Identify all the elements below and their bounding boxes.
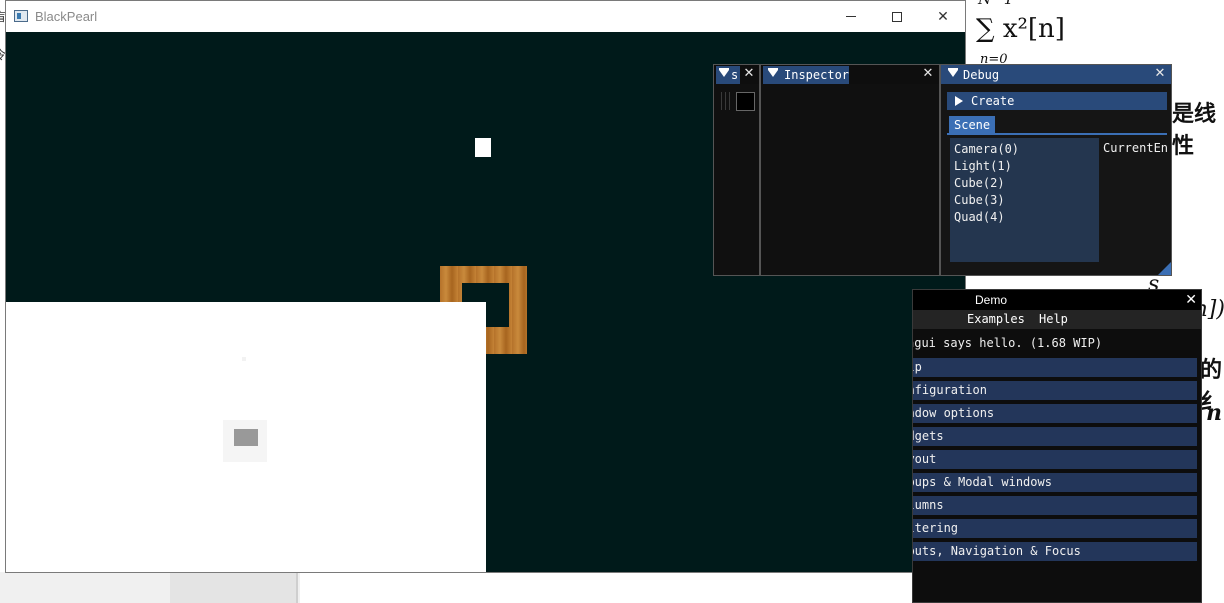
debug-tab-label: Debug [963, 68, 1000, 82]
s-panel-color-swatch[interactable] [736, 92, 755, 111]
scene-entity-list[interactable]: Camera(0) Light(1) Cube(2) Cube(3) Quad(… [950, 138, 1099, 262]
background-strip [170, 572, 298, 603]
s-panel-grip [721, 92, 733, 110]
demo-title: Demo [975, 293, 1008, 307]
formula-top: N−1 [978, 0, 1013, 8]
current-entity-label: CurrentEn [1103, 141, 1169, 155]
title-bar[interactable]: BlackPearl ✕ [6, 1, 965, 32]
header-configuration-label: Configuration [913, 383, 987, 397]
debug-resize-grip[interactable] [1158, 262, 1171, 275]
header-configuration[interactable]: Configuration [913, 381, 1197, 400]
inspector-tab-label: Inspector [784, 68, 850, 82]
create-label: Create [971, 94, 1015, 108]
s-panel-tab-label: s [731, 68, 739, 82]
scene-item-camera[interactable]: Camera(0) [954, 141, 1099, 158]
scene-item-light[interactable]: Light(1) [954, 158, 1099, 175]
scene-tab[interactable]: Scene [949, 116, 996, 134]
s-panel: s ✕ [713, 64, 760, 276]
minimize-button[interactable] [828, 1, 874, 32]
create-header[interactable]: Create [947, 92, 1167, 110]
s-panel-titlebar[interactable]: s ✕ [714, 65, 759, 84]
debug-titlebar[interactable]: Debug ✕ [941, 65, 1171, 84]
header-popups-label: Popups & Modal windows [913, 475, 1052, 489]
s-panel-tab[interactable]: s [716, 66, 740, 84]
inspector-titlebar[interactable]: Inspector ✕ [761, 65, 939, 84]
debug-collapse-bar [948, 68, 958, 70]
scene-item-quad[interactable]: Quad(4) [954, 209, 1099, 226]
create-expand-icon [955, 96, 963, 106]
inspector-tab[interactable]: Inspector [763, 66, 849, 84]
inspector-collapse-icon[interactable] [768, 70, 778, 77]
window-title: BlackPearl [35, 9, 98, 24]
inspector-panel: Inspector ✕ [760, 64, 940, 276]
maximize-icon [892, 11, 902, 22]
header-inputs-navigation[interactable]: Inputs, Navigation & Focus [913, 542, 1197, 561]
formula-n: n [1206, 400, 1222, 426]
s-panel-collapse-icon[interactable] [719, 70, 729, 77]
scene-item-cube-2[interactable]: Cube(2) [954, 175, 1099, 192]
header-window-options[interactable]: Window options [913, 404, 1197, 423]
quad-tile [223, 420, 267, 462]
debug-tab[interactable]: Debug [943, 66, 1003, 84]
close-icon: ✕ [937, 8, 949, 25]
demo-hello-text: ngui says hello. (1.68 WIP) [912, 336, 1103, 350]
header-columns[interactable]: Columns [913, 496, 1197, 515]
light-object [475, 138, 491, 157]
quad-speck [242, 357, 246, 361]
app-icon [14, 10, 28, 22]
header-columns-label: Columns [913, 498, 944, 512]
debug-close-icon[interactable]: ✕ [1153, 67, 1167, 81]
header-widgets-label: Widgets [913, 429, 944, 443]
quad-tile-inner [234, 429, 258, 446]
header-help-label: Help [913, 360, 922, 374]
quad-object [6, 302, 486, 572]
demo-titlebar[interactable]: Demo ✕ [913, 290, 1201, 310]
header-layout[interactable]: Layout [913, 450, 1197, 469]
inspector-close-icon[interactable]: ✕ [921, 67, 935, 81]
background-page-edge [296, 572, 298, 603]
header-filtering-label: Filtering [913, 521, 959, 535]
header-widgets[interactable]: Widgets [913, 427, 1197, 446]
scene-tab-underline [947, 133, 1167, 135]
header-inputs-navigation-label: Inputs, Navigation & Focus [913, 544, 1081, 558]
header-popups[interactable]: Popups & Modal windows [913, 473, 1197, 492]
s-panel-collapse-bar [719, 68, 729, 70]
menu-examples[interactable]: Examples [967, 312, 1025, 326]
minimize-icon [846, 16, 856, 17]
demo-window: Demo ✕ Examples Help ngui says hello. (1… [912, 289, 1202, 603]
header-window-options-label: Window options [913, 406, 995, 420]
maximize-button[interactable] [874, 1, 920, 32]
debug-collapse-icon[interactable] [948, 70, 958, 77]
demo-close-icon[interactable]: ✕ [1185, 292, 1197, 308]
header-help[interactable]: Help [913, 358, 1197, 377]
header-filtering[interactable]: Filtering [913, 519, 1197, 538]
formula-sum: ∑ x²[n] [976, 14, 1065, 44]
inspector-collapse-bar [768, 68, 778, 70]
demo-menubar: Examples Help [913, 310, 1201, 329]
header-layout-label: Layout [913, 452, 937, 466]
s-panel-close-icon[interactable]: ✕ [742, 67, 756, 81]
close-button[interactable]: ✕ [920, 1, 966, 32]
debug-panel: Debug ✕ Create Scene Camera(0) Light(1) … [940, 64, 1172, 276]
scene-item-cube-3[interactable]: Cube(3) [954, 192, 1099, 209]
document-text-1: 是线性 [1172, 102, 1217, 159]
menu-help[interactable]: Help [1039, 312, 1068, 326]
